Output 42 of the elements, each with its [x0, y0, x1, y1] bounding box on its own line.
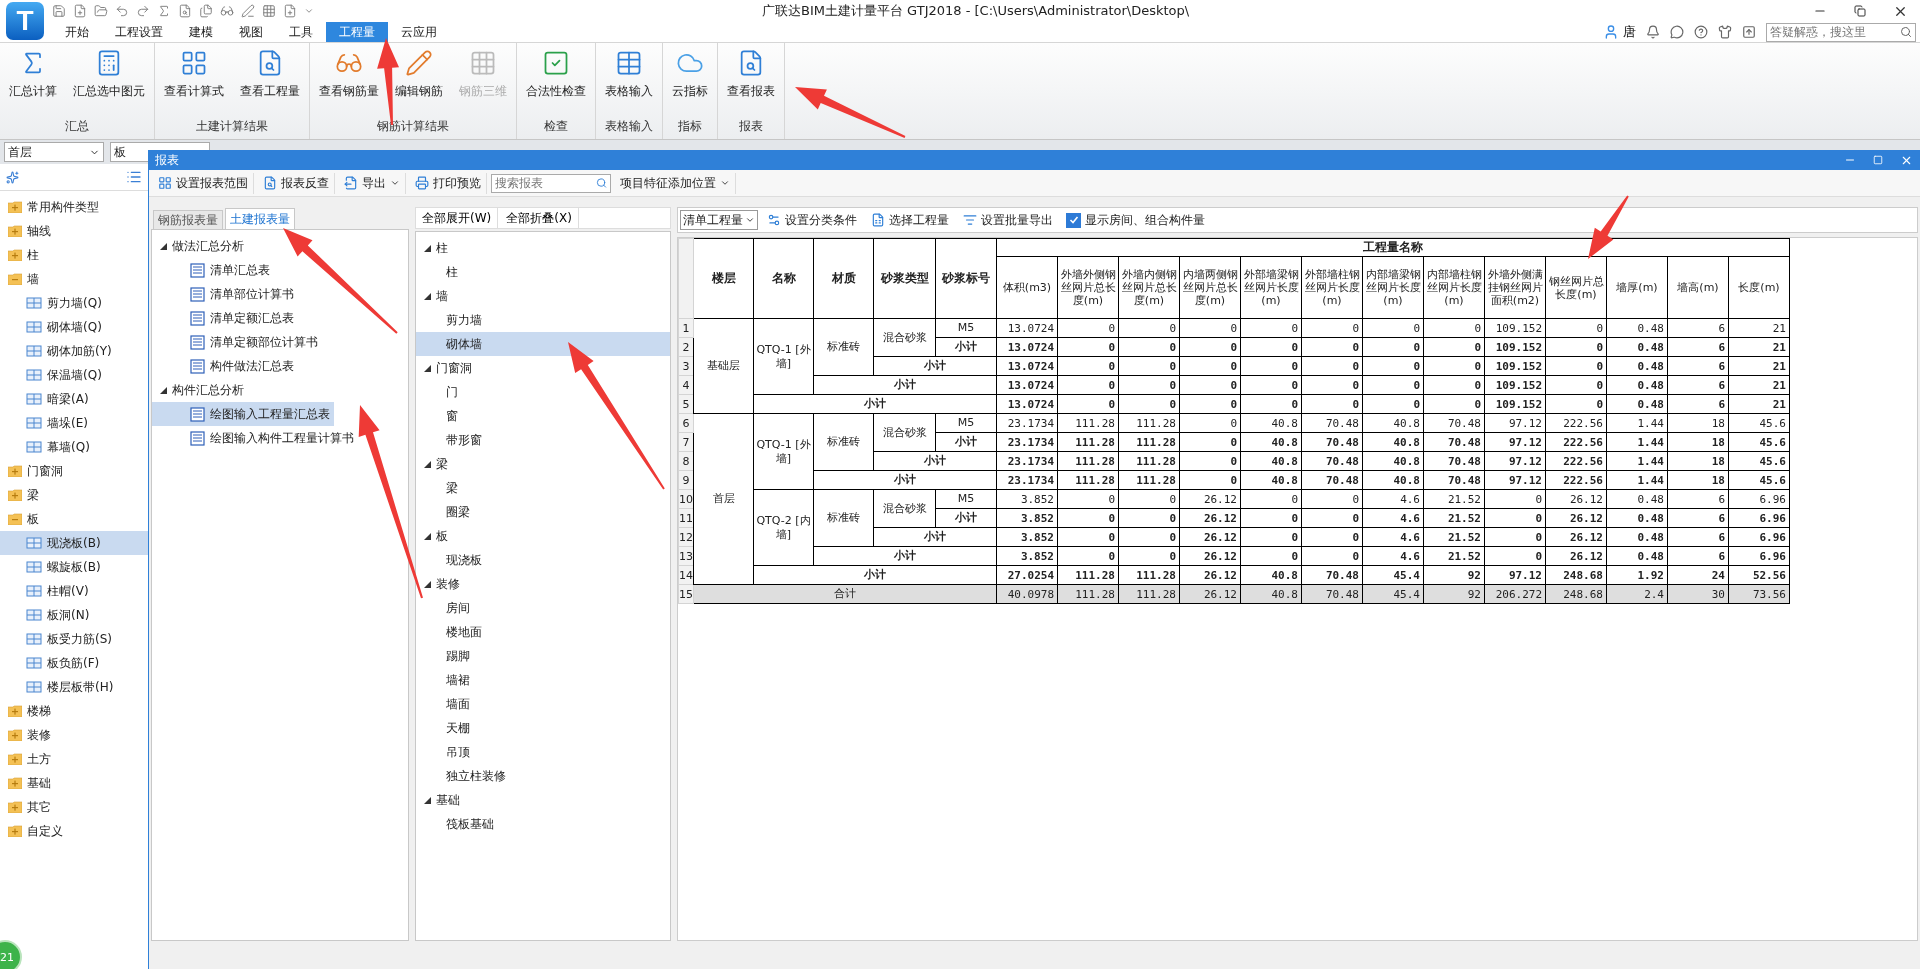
dialog-title: 报表	[155, 151, 180, 169]
column-header: 外墙外侧满挂钢丝网片面积(m2)	[1484, 256, 1546, 319]
column-header: 砂浆类型	[873, 238, 936, 319]
column-header: 内部墙柱钢丝网片长度(m)	[1423, 256, 1485, 319]
group-label: 指标	[677, 118, 703, 135]
table-cell: 标准砖	[813, 489, 874, 547]
column-header: 外墙外侧钢丝网片总长度(m)	[1057, 256, 1119, 319]
table-cell: 混合砂浆	[873, 489, 936, 528]
window-title: 广联达BIM土建计量平台 GTJ2018 - [C:\Users\Administrator\Desktop\	[762, 2, 1191, 20]
column-header: 外墙内侧钢丝网片总长度(m)	[1118, 256, 1180, 319]
notification-badge: 21	[0, 940, 22, 969]
table-cell: QTQ-1 [外墙]	[753, 318, 814, 395]
user-name: 唐	[1623, 23, 1636, 41]
table-cell: QTQ-2 [内墙]	[753, 489, 814, 566]
group-label: 检查	[543, 118, 569, 135]
column-header: 钢丝网片总长度(m)	[1545, 256, 1607, 319]
column-header: 内部墙梁钢丝网片长度(m)	[1362, 256, 1424, 319]
app-logo: T	[6, 2, 44, 40]
group-label: 报表	[738, 118, 764, 135]
column-header: 楼层	[693, 238, 754, 319]
column-header: 外部墙梁钢丝网片长度(m)	[1240, 256, 1302, 319]
table-cell: QTQ-1 [外墙]	[753, 413, 814, 490]
column-header: 墙高(m)	[1667, 256, 1729, 319]
column-group-header: 工程量名称	[996, 238, 1790, 257]
column-header: 内墙两侧钢丝网片总长度(m)	[1179, 256, 1241, 319]
group-label: 汇总	[64, 118, 90, 135]
table-cell: 标准砖	[813, 318, 874, 376]
column-header: 砂浆标号	[935, 238, 997, 319]
checkbox-label: 显示房间、组合构件量	[1085, 211, 1205, 229]
column-header: 长度(m)	[1728, 256, 1790, 319]
table-cell: 基础层	[693, 318, 754, 414]
table-cell: 首层	[693, 413, 754, 585]
table-cell: 混合砂浆	[873, 413, 936, 452]
column-header: 名称	[753, 238, 814, 319]
table-cell: 标准砖	[813, 413, 874, 471]
column-header: 体积(m3)	[996, 256, 1058, 319]
column-header: 材质	[813, 238, 874, 319]
group-label: 表格输入	[604, 118, 654, 135]
column-header: 墙厚(m)	[1606, 256, 1668, 319]
table-cell: 混合砂浆	[873, 318, 936, 357]
column-header: 外部墙柱钢丝网片长度(m)	[1301, 256, 1363, 319]
group-label: 土建计算结果	[195, 118, 269, 135]
